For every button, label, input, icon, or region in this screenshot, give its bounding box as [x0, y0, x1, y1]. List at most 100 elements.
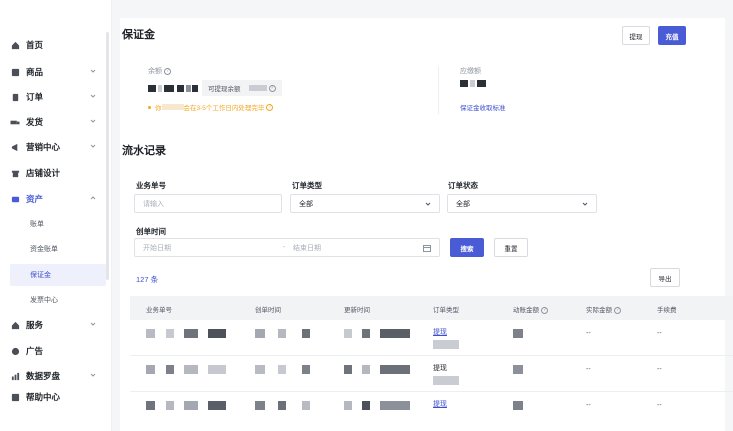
col-order-type: 订单类型: [433, 307, 459, 314]
masked-value: [164, 84, 174, 92]
order-type-select[interactable]: 全部: [290, 194, 440, 213]
chevron-down-icon: [90, 94, 96, 98]
sidebar-item-orders[interactable]: 订单: [10, 88, 106, 106]
goods-icon: [10, 67, 20, 77]
ad-icon: [10, 346, 20, 356]
masked-cell: [208, 401, 226, 410]
sidebar-item-home[interactable]: 首页: [10, 36, 106, 54]
masked-cell: [302, 329, 310, 338]
balance-label-row: 余额?: [148, 66, 171, 76]
search-button[interactable]: 搜索: [450, 238, 484, 257]
masked-cell: [278, 365, 286, 374]
masked-cell: [184, 365, 198, 374]
sidebar-item-shipping[interactable]: 发货: [10, 113, 106, 131]
payable-value-row: [460, 80, 486, 87]
balance-value-row: 可提现余额 ?: [148, 80, 282, 96]
masked-cell: [344, 401, 352, 410]
fee-cell: --: [657, 330, 662, 337]
masked-cell: [184, 329, 198, 338]
masked-cell: [302, 365, 310, 374]
shop-icon: [10, 168, 20, 178]
masked-cell: [146, 365, 155, 374]
order-type-label: 订单类型: [292, 181, 322, 190]
chevron-down-icon: [90, 373, 96, 377]
masked-cell: [513, 401, 523, 410]
sidebar-subitem-deposit[interactable]: 保证金: [10, 264, 106, 286]
fee-cell: --: [657, 402, 662, 409]
megaphone-icon: [10, 142, 20, 152]
order-type-value: 全部: [299, 200, 313, 208]
payable-card: 应缴额 保证金收取标准: [450, 60, 690, 120]
fee-cell: --: [657, 366, 662, 373]
notice-dot: [148, 105, 151, 109]
order-icon: [10, 92, 20, 102]
deposit-standard-link[interactable]: 保证金收取标准: [460, 102, 506, 112]
divider: [438, 66, 439, 114]
masked-cell: [184, 401, 198, 410]
masked-value: [158, 84, 162, 92]
order-status-value: 全部: [456, 200, 470, 208]
date-range-picker[interactable]: 开始日期 - 结束日期: [134, 238, 440, 257]
service-icon: [10, 320, 20, 330]
order-type-cell[interactable]: 提现: [433, 327, 447, 337]
sidebar-item-assets[interactable]: 资产: [10, 190, 106, 208]
masked-cell: [380, 365, 410, 374]
withdraw-button[interactable]: 提现: [622, 26, 650, 45]
sidebar-item-marketing[interactable]: 营销中心: [10, 138, 106, 156]
sidebar-scrollbar[interactable]: [106, 32, 109, 280]
truck-icon: [10, 117, 20, 127]
col-amount: 动账金额?: [513, 304, 548, 314]
sidebar-subitem-fund-bill[interactable]: 资金账单: [10, 238, 106, 260]
biz-no-placeholder: 请输入: [143, 200, 164, 208]
sidebar-item-goods[interactable]: 商品: [10, 63, 106, 81]
start-date-placeholder[interactable]: 开始日期: [143, 243, 171, 253]
masked-cell: [362, 365, 370, 374]
sidebar-item-help[interactable]: 帮助中心: [10, 388, 106, 406]
masked-cell: [344, 365, 352, 374]
info-icon[interactable]: ?: [541, 306, 548, 314]
date-separator: -: [283, 244, 286, 251]
sidebar-subitem-invoice[interactable]: 发票中心: [10, 289, 106, 311]
order-type-cell[interactable]: 提现: [433, 363, 447, 373]
sidebar-item-label: 资产: [26, 194, 44, 204]
col-updated-time: 更新时间: [344, 307, 370, 314]
masked-cell: [166, 401, 174, 410]
sidebar-item-label: 帮助中心: [26, 392, 61, 402]
masked-value: [186, 84, 191, 92]
col-fee: 手续费: [657, 307, 677, 314]
table-row[interactable]: 提现 -- --: [130, 392, 733, 428]
masked-cell: [433, 340, 459, 349]
sidebar-subitem-bill[interactable]: 账单: [10, 213, 106, 235]
masked-cell: [208, 365, 226, 374]
sidebar-item-shop-design[interactable]: 店铺设计: [10, 164, 106, 182]
masked-cell: [166, 365, 174, 374]
sidebar-item-label: 首页: [26, 40, 44, 50]
info-icon[interactable]: ?: [268, 84, 276, 92]
sidebar-item-ads[interactable]: 广告: [10, 342, 106, 360]
processing-notice: 你 会在3-5个工作日内处理完毕 ?: [148, 102, 274, 112]
sidebar-item-data-compass[interactable]: 数据罗盘: [10, 367, 106, 385]
export-button[interactable]: 导出: [650, 268, 680, 287]
table-row[interactable]: 提现 -- --: [130, 356, 733, 392]
masked-cell: [146, 401, 155, 410]
end-date-placeholder[interactable]: 结束日期: [293, 243, 321, 253]
masked-cell: [255, 401, 265, 410]
info-icon[interactable]: ?: [164, 67, 171, 75]
masked-value: [460, 80, 468, 87]
table-row[interactable]: 提现 -- --: [130, 320, 733, 356]
chevron-up-icon: [90, 196, 96, 200]
biz-no-input[interactable]: 请输入: [134, 194, 282, 213]
sidebar-item-service[interactable]: 服务: [10, 316, 106, 334]
calendar-icon[interactable]: [423, 244, 431, 252]
reset-button[interactable]: 重置: [494, 238, 528, 257]
info-icon[interactable]: ?: [614, 306, 621, 314]
masked-value: [470, 80, 475, 87]
deposit-panel: 保证金 提现 充值 余额? 可提现余额 ? 你 会在3-5个工作日内处理完毕 ?…: [120, 18, 725, 130]
actual-amount-cell: --: [586, 330, 591, 337]
order-type-cell[interactable]: 提现: [433, 399, 447, 409]
info-icon[interactable]: ?: [266, 103, 274, 111]
order-status-select[interactable]: 全部: [447, 194, 597, 213]
recharge-button[interactable]: 充值: [658, 26, 686, 45]
balance-card: 余额? 可提现余额 ? 你 会在3-5个工作日内处理完毕 ?: [138, 60, 438, 120]
masked-cell: [278, 329, 286, 338]
